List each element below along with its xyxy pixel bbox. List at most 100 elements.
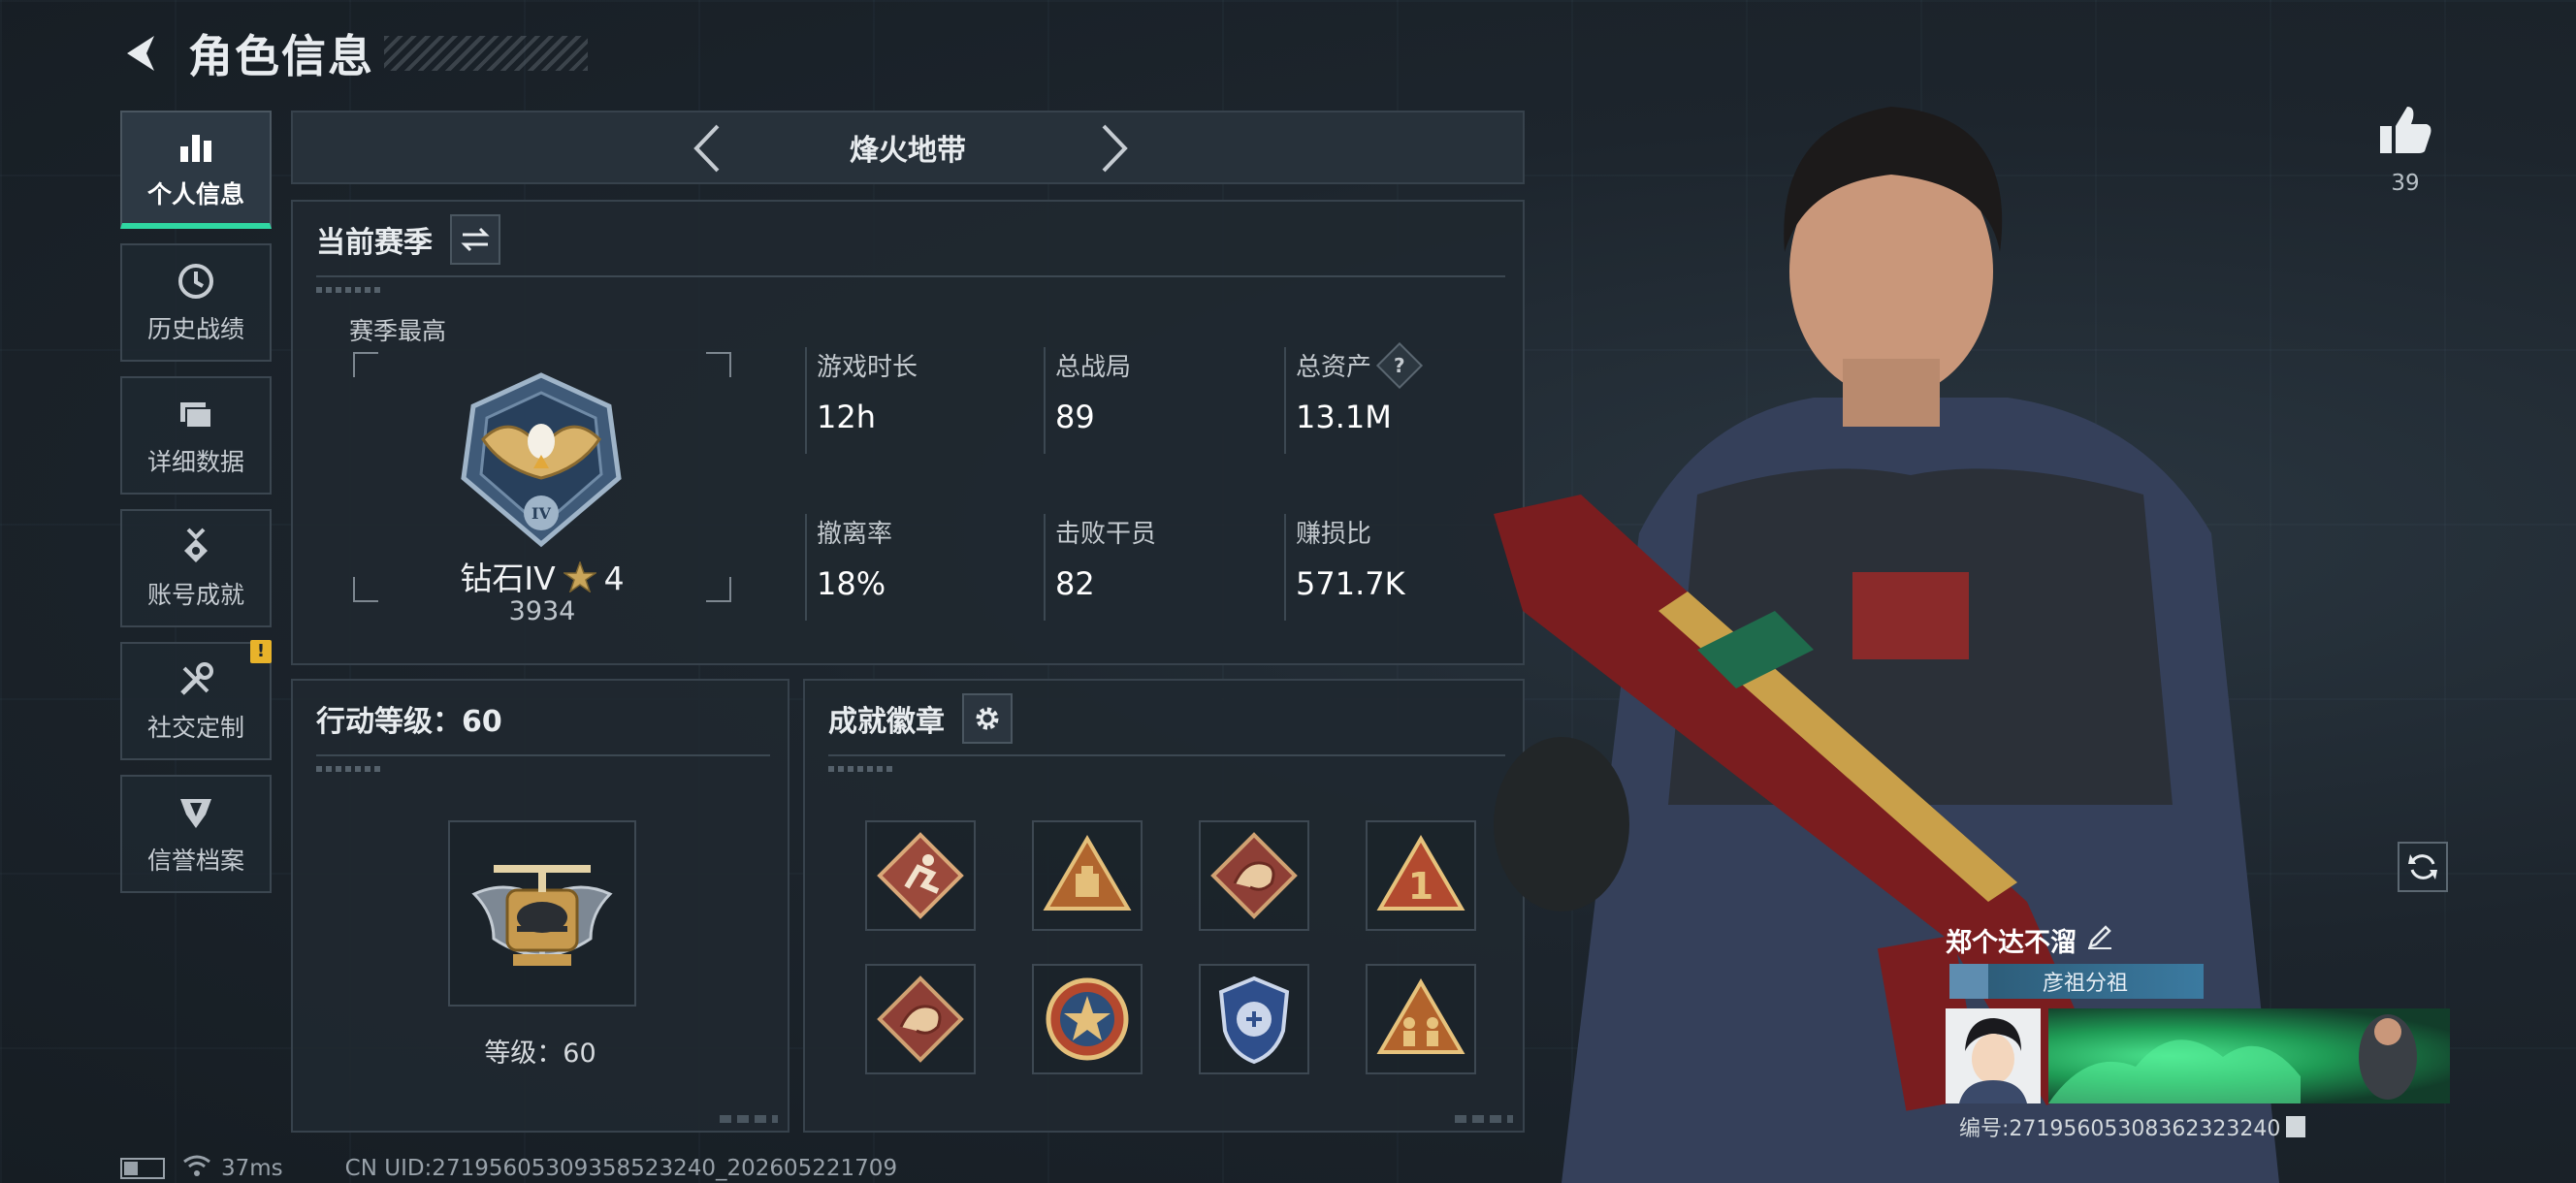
runner-badge-icon <box>877 832 964 919</box>
mode-title: 烽火地带 <box>850 134 966 168</box>
sidebar-item-label: 信誉档案 <box>146 847 244 875</box>
svg-text:IV: IV <box>531 504 551 523</box>
copy-icon[interactable] <box>2286 1116 2306 1137</box>
shield-emblem-icon <box>175 791 217 834</box>
status-bar: 37ms CN UID:27195605309358523240_2026052… <box>120 1154 897 1183</box>
police-badge-icon <box>1218 975 1290 1065</box>
chevron-left-icon <box>693 124 720 173</box>
title-decoration <box>384 36 588 71</box>
decoration-stripe <box>316 287 384 293</box>
star-badge-icon <box>1046 977 1129 1061</box>
switch-season-button[interactable] <box>450 214 500 265</box>
help-mark: ? <box>1394 353 1405 377</box>
decoration-stripe <box>316 766 384 772</box>
diamond-rank-emblem-icon: IV <box>454 371 628 550</box>
divider <box>316 275 1505 277</box>
chevron-right-icon <box>1102 124 1128 173</box>
helicopter-emblem-icon <box>471 865 613 966</box>
action-level-title: 行动等级：60 <box>316 705 502 739</box>
player-name-row: 郑个达不溜 <box>1946 921 2450 959</box>
back-arrow-icon[interactable] <box>116 27 169 80</box>
like-button[interactable] <box>2374 105 2436 159</box>
rotate-view-button[interactable] <box>2398 842 2448 892</box>
sidebar-item-label: 账号成就 <box>146 581 244 609</box>
sidebar-item-label: 社交定制 <box>146 714 244 742</box>
stat-total-matches: 总战局 89 <box>1044 347 1267 454</box>
stat-play-time: 游戏时长 12h <box>805 347 1028 454</box>
wrench-icon <box>175 658 217 701</box>
season-title: 当前赛季 <box>316 226 433 260</box>
supply-badge-icon <box>1043 835 1132 911</box>
decoration-stripe <box>828 766 896 772</box>
page-header: 角色信息 <box>116 19 588 87</box>
action-level-panel: 行动等级：60 等级：60 <box>291 679 789 1133</box>
badge-slot[interactable] <box>865 820 976 931</box>
bar-chart-icon <box>175 125 217 168</box>
stat-label: 击败干员 <box>1055 520 1157 549</box>
medal-icon <box>175 526 217 568</box>
badge-title: 成就徽章 <box>828 705 945 739</box>
stat-value: 18% <box>817 565 886 602</box>
ping-text: 37ms <box>221 1156 283 1181</box>
level-emblem[interactable] <box>448 820 636 1007</box>
clock-icon <box>175 260 217 303</box>
clan-tag[interactable]: 彦祖分祖 <box>1949 964 2204 999</box>
frame-corner <box>706 352 731 377</box>
rank-stars: 4 <box>603 560 625 597</box>
season-stats: 游戏时长 12h 总战局 89 总资产 ? 13.1M 撤离率 18% 击败干员… <box>805 341 1503 657</box>
rank-score: 3934 <box>508 596 576 626</box>
badge-settings-button[interactable] <box>962 693 1013 744</box>
clan-avatar <box>1949 964 1988 999</box>
sidebar-item-label: 个人信息 <box>146 180 244 208</box>
player-id-row: 编号:27195605308362323240 <box>1959 1111 2306 1142</box>
level-text: 等级：60 <box>484 1039 596 1069</box>
alert-badge: ! <box>250 640 272 663</box>
mode-selector: 烽火地带 <box>291 111 1525 184</box>
badge-slot[interactable] <box>1032 964 1143 1074</box>
stat-value: 12h <box>817 399 876 435</box>
uid-text: CN UID:27195605309358523240_202605221709 <box>344 1156 898 1181</box>
sidebar-item-detail-data[interactable]: 详细数据 <box>120 376 272 495</box>
avatar <box>1946 1008 2041 1103</box>
refresh-icon <box>2408 854 2437 879</box>
player-banner[interactable] <box>1946 1008 2450 1103</box>
sidebar-item-social-custom[interactable]: 社交定制 ! <box>120 640 272 760</box>
badge-slot[interactable] <box>865 964 976 1074</box>
stat-operators-defeated: 击败干员 82 <box>1044 514 1267 621</box>
rank-display: IV 钻石IV 4 3934 <box>353 352 731 626</box>
frame-corner <box>353 352 378 377</box>
stat-label: 撤离率 <box>817 520 893 549</box>
wifi-icon <box>182 1154 211 1183</box>
panel-decoration <box>720 1115 778 1123</box>
rank-name: 钻石IV <box>460 560 556 597</box>
sidebar-item-personal-info[interactable]: 个人信息 <box>120 111 272 229</box>
rank-name-row: 钻石IV 4 <box>353 553 731 600</box>
badge-slot[interactable] <box>1032 820 1143 931</box>
action-level-header: 行动等级：60 <box>293 681 788 756</box>
next-mode-button[interactable] <box>1088 122 1141 175</box>
page-title: 角色信息 <box>188 30 374 82</box>
previous-mode-button[interactable] <box>681 122 733 175</box>
thumbs-up-icon <box>2380 107 2431 153</box>
edit-name-button[interactable] <box>2086 923 2113 957</box>
stat-label: 总战局 <box>1055 353 1132 382</box>
stat-value: 82 <box>1055 565 1095 602</box>
sidebar-item-label: 历史战绩 <box>146 315 244 343</box>
stat-label: 游戏时长 <box>817 353 918 382</box>
like-count: 39 <box>2391 171 2420 196</box>
star-icon <box>562 560 598 600</box>
dragon-badge-icon <box>877 975 964 1063</box>
stat-label: 总资产 <box>1296 353 1372 382</box>
clan-name: 彦祖分祖 <box>2043 972 2129 996</box>
gear-icon <box>976 707 999 730</box>
sidebar-item-credit-record[interactable]: 信誉档案 <box>120 775 272 893</box>
pencil-icon <box>2088 925 2111 949</box>
sidebar-item-history[interactable]: 历史战绩 <box>120 243 272 362</box>
folder-icon <box>175 393 217 435</box>
sidebar-item-achievements[interactable]: 账号成就 <box>120 509 272 627</box>
swap-icon <box>461 227 490 252</box>
badge-slot[interactable] <box>1199 964 1309 1074</box>
sidebar-item-label: 详细数据 <box>146 448 244 476</box>
player-id: 编号:27195605308362323240 <box>1959 1117 2281 1141</box>
badge-slot[interactable] <box>1199 820 1309 931</box>
